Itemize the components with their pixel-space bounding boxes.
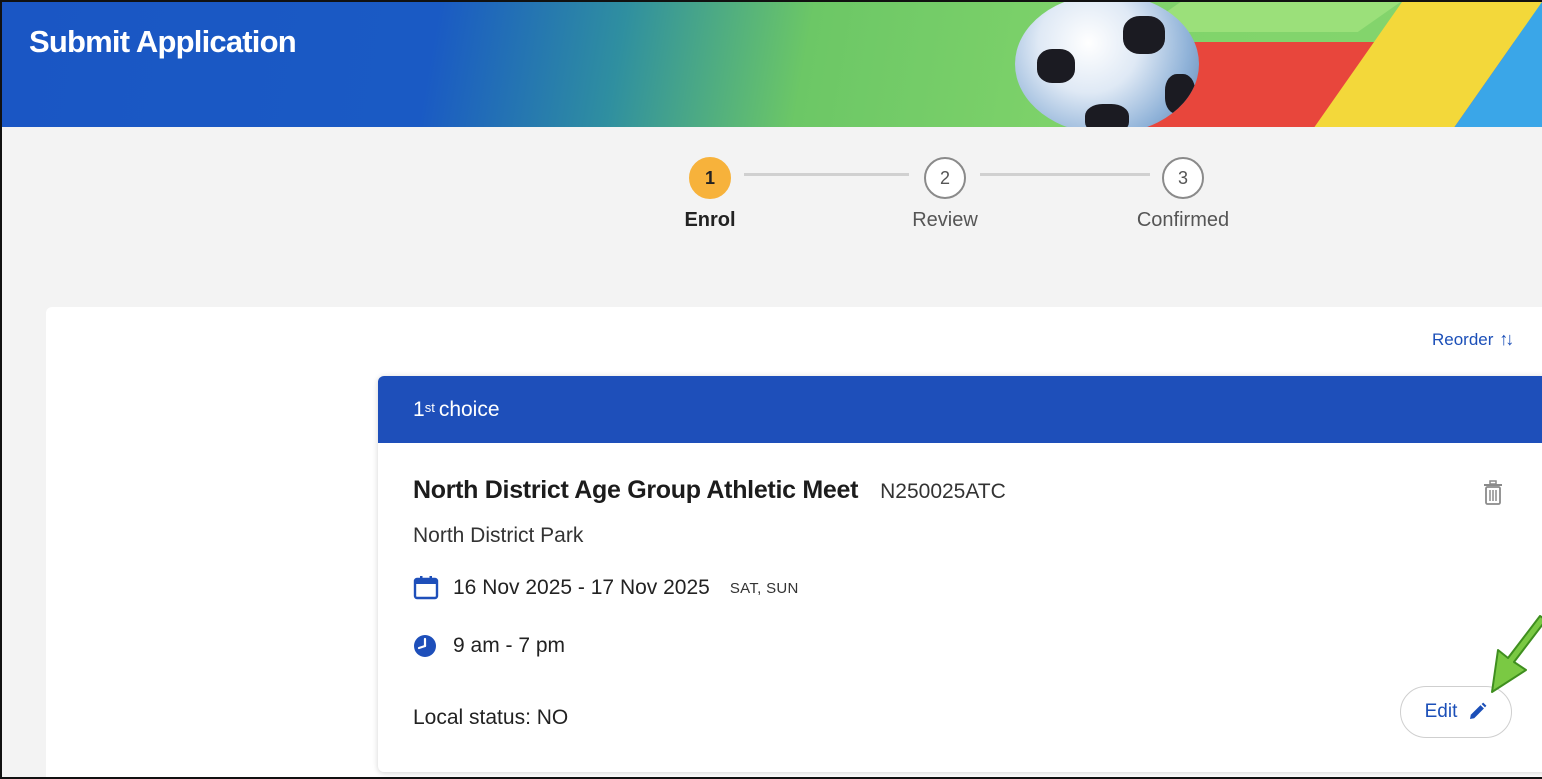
annotation-arrow-icon [1491, 615, 1542, 693]
step-label: Confirmed [1136, 209, 1230, 231]
progress-stepper: 1 Enrol 2 Review 3 Confirmed [2, 127, 1542, 267]
step-number: 2 [924, 157, 966, 199]
step-number: 3 [1162, 157, 1204, 199]
event-name: North District Age Group Athletic Meet [413, 476, 859, 504]
date-row: 16 Nov 2025 - 17 Nov 2025 SAT, SUN [413, 576, 799, 600]
step-number: 1 [689, 157, 731, 199]
edit-label: Edit [1424, 701, 1458, 722]
event-days: SAT, SUN [729, 579, 799, 597]
header-banner: Submit Application [2, 2, 1542, 127]
local-status: Local status: NO [413, 706, 569, 729]
page-title: Submit Application [29, 24, 297, 59]
clock-icon [414, 635, 436, 657]
event-time: 9 am - 7 pm [453, 634, 566, 657]
soccer-ball-image [1015, 2, 1199, 127]
event-date-range: 16 Nov 2025 - 17 Nov 2025 [453, 576, 710, 599]
choice-card-header: 1st choice [378, 376, 1542, 443]
event-title-row: North District Age Group Athletic Meet N… [413, 476, 1006, 505]
sort-arrows-icon: ↑↓ [1499, 329, 1514, 349]
reorder-label: Reorder [1432, 329, 1494, 349]
step-review: 2 Review [895, 157, 995, 232]
app-frame: Submit Application 1 Enrol 2 Review 3 Co… [0, 0, 1542, 779]
reorder-link[interactable]: Reorder ↑↓ [1432, 329, 1514, 350]
choice-ordinal: 1 [413, 397, 425, 421]
step-label: Review [912, 209, 978, 231]
choice-label: choice [438, 397, 500, 421]
step-enrol: 1 Enrol [660, 157, 760, 232]
pencil-icon [1470, 702, 1487, 719]
trash-icon[interactable] [1482, 480, 1504, 506]
calendar-icon [413, 576, 439, 600]
event-venue: North District Park [413, 524, 584, 547]
choice-card: 1st choice North District Age Group Athl… [378, 376, 1542, 772]
choice-ordinal-suffix: st [424, 400, 435, 415]
step-confirmed: 3 Confirmed [1113, 157, 1253, 232]
step-label: Enrol [684, 209, 736, 231]
event-code: N250025ATC [880, 480, 1006, 503]
step-connector [744, 173, 909, 176]
time-row: 9 am - 7 pm [413, 634, 565, 658]
